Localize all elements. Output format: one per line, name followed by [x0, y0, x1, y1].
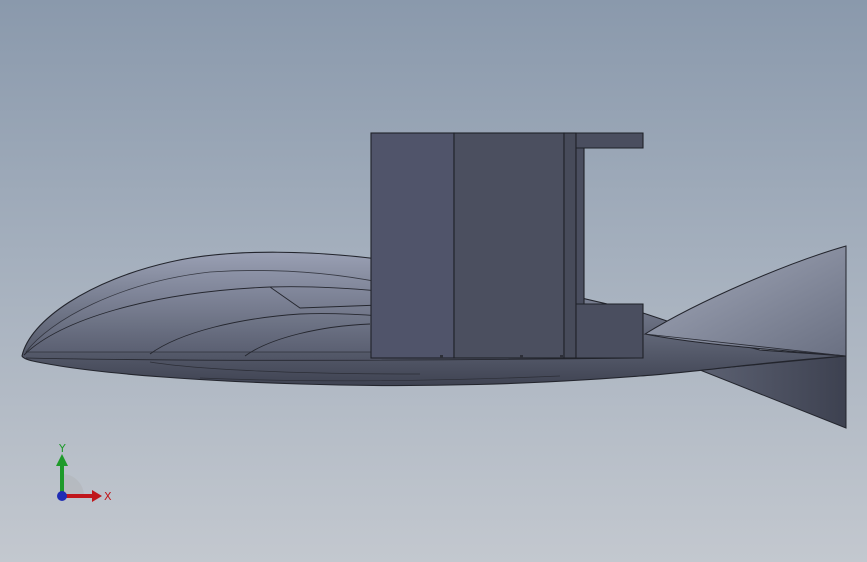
sail-block-rear[interactable]: [563, 132, 577, 359]
sail-block-front[interactable]: [370, 132, 455, 359]
upper-tail-fin[interactable]: [643, 245, 847, 357]
x-axis-label: X: [104, 490, 112, 503]
y-axis-label: Y: [58, 442, 66, 455]
y-axis-arrow: [56, 454, 68, 466]
axis-triad: Y X: [56, 442, 112, 503]
sail-block-middle[interactable]: [453, 132, 565, 359]
graphics-viewport[interactable]: Y X: [0, 0, 867, 562]
z-axis-point: [57, 491, 67, 501]
sail-bracket[interactable]: [575, 132, 644, 359]
model-view[interactable]: [0, 0, 867, 562]
x-axis-arrow: [92, 490, 102, 502]
